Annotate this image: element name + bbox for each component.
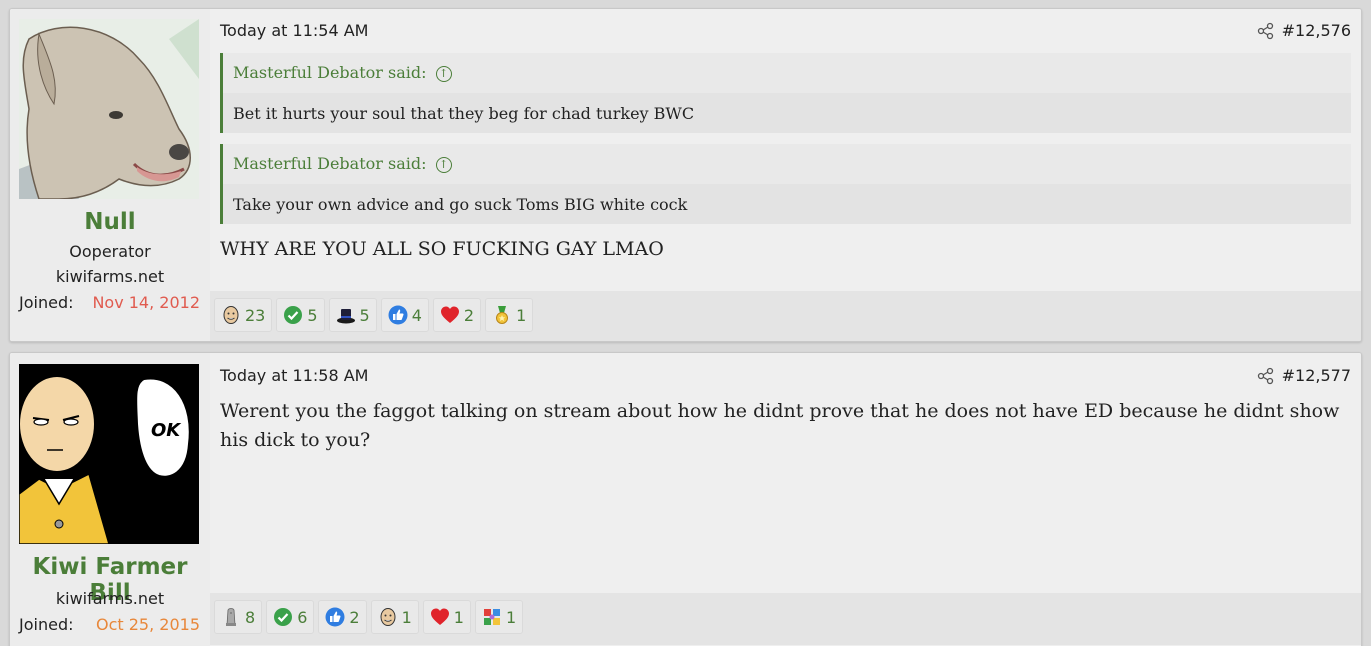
tophat-icon	[336, 305, 356, 325]
reaction-count: 4	[411, 305, 422, 325]
post-number[interactable]: #12,577	[1282, 366, 1351, 385]
face-icon	[221, 305, 241, 325]
quote-author[interactable]: Masterful Debator said:	[233, 154, 426, 173]
reaction-count: 1	[401, 607, 412, 627]
go-to-quote-icon[interactable]: ↑	[435, 66, 452, 82]
post-date[interactable]: Today at 11:58 AM	[220, 366, 368, 385]
user-info: Null Ooperator kiwifarms.net Joined: Nov…	[10, 9, 210, 341]
post-number[interactable]: #12,576	[1282, 21, 1351, 40]
thumbs-up-icon	[388, 305, 408, 325]
quote-block: Masterful Debator said: ↑ Bet it hurts y…	[220, 53, 1351, 133]
reaction-heart[interactable]: 2	[432, 298, 482, 332]
reaction-count: 8	[245, 607, 256, 627]
go-to-quote-icon[interactable]: ↑	[435, 157, 452, 173]
face-icon	[378, 607, 398, 627]
reaction-bar: 8 6 2 1 1 1	[210, 593, 1361, 645]
quote-header[interactable]: Masterful Debator said: ↑	[223, 53, 1351, 93]
joined-date: Nov 14, 2012	[92, 293, 200, 312]
reaction-thumbs-up[interactable]: 4	[380, 298, 429, 332]
joined-date: Oct 25, 2015	[96, 615, 200, 634]
username[interactable]: Null	[10, 209, 210, 235]
reaction-count: 1	[505, 607, 517, 627]
post-body: Werent you the faggot talking on stream …	[220, 400, 1340, 451]
share-icon[interactable]	[1257, 367, 1275, 385]
reaction-count: 2	[349, 607, 360, 627]
heart-icon	[430, 607, 450, 627]
thumbs-up-icon	[325, 607, 345, 627]
reaction-count: 23	[245, 305, 266, 325]
post-main: Today at 11:54 AM #12,576 Masterful Deba…	[210, 9, 1361, 341]
post-main: Today at 11:58 AM #12,577 Werent you the…	[210, 353, 1361, 646]
check-icon	[273, 607, 293, 627]
reaction-count: 2	[463, 305, 475, 325]
reaction-count: 6	[297, 607, 308, 627]
quote-text: Take your own advice and go suck Toms BI…	[223, 184, 1351, 224]
quote-author[interactable]: Masterful Debator said:	[233, 63, 426, 82]
medal-icon	[492, 305, 512, 325]
user-title: Ooperator	[69, 242, 151, 261]
reaction-heart[interactable]: 1	[422, 600, 471, 634]
reaction-count: 5	[307, 305, 318, 325]
reaction-check[interactable]: 5	[276, 298, 325, 332]
reaction-tophat[interactable]: 5	[328, 298, 377, 332]
post-12576: Null Ooperator kiwifarms.net Joined: Nov…	[9, 8, 1362, 342]
reaction-face[interactable]: 1	[370, 600, 419, 634]
quote-header[interactable]: Masterful Debator said: ↑	[223, 144, 1351, 184]
winner-icon	[221, 607, 241, 627]
reaction-winner[interactable]: 8	[214, 600, 263, 634]
reaction-count: 1	[453, 607, 464, 627]
reaction-count: 1	[516, 305, 527, 325]
quote-block: Masterful Debator said: ↑ Take your own …	[220, 144, 1351, 224]
reaction-medal[interactable]: 1	[485, 298, 534, 332]
reaction-bar: 23 5 5 4 2 1	[210, 291, 1361, 341]
avatar-ok-text: OK	[151, 420, 182, 441]
reaction-count: 5	[359, 305, 370, 325]
post-12577: OK Kiwi Farmer Bill kiwifarms.net Joined…	[9, 352, 1362, 646]
user-site-banner: kiwifarms.net	[55, 267, 165, 286]
puzzle-icon	[482, 607, 502, 627]
avatar[interactable]: OK	[19, 364, 199, 544]
avatar[interactable]	[19, 19, 199, 199]
post-date[interactable]: Today at 11:54 AM	[220, 21, 368, 40]
share-icon[interactable]	[1257, 22, 1275, 40]
post-body: WHY ARE YOU ALL SO FUCKING GAY LMAO	[220, 238, 664, 260]
user-site-banner: kiwifarms.net	[55, 589, 165, 608]
joined-label: Joined:	[19, 293, 74, 312]
reaction-check[interactable]: 6	[266, 600, 315, 634]
heart-icon	[440, 305, 460, 325]
user-info: OK Kiwi Farmer Bill kiwifarms.net Joined…	[10, 353, 210, 646]
reaction-face[interactable]: 23	[214, 298, 273, 332]
check-icon	[283, 305, 303, 325]
quote-text: Bet it hurts your soul that they beg for…	[223, 93, 1351, 133]
joined-label: Joined:	[19, 615, 74, 634]
reaction-puzzle[interactable]: 1	[474, 600, 524, 634]
reaction-thumbs-up[interactable]: 2	[318, 600, 367, 634]
